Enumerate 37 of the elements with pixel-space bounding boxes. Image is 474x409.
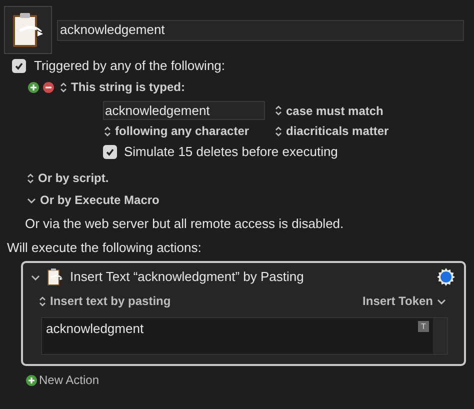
updown-icon [104,126,111,136]
add-icon [26,374,37,386]
insert-text-area[interactable]: acknowledgment [42,318,418,354]
chevron-down-icon[interactable] [31,274,40,280]
clipboard-arrow-icon [45,267,65,287]
chevron-down-icon[interactable] [437,298,446,304]
checkmark-icon [105,147,115,157]
web-server-note: Or via the web server but all remote access is disabled. [24,216,345,232]
chevron-down-icon[interactable] [27,196,36,204]
simulate-checkbox[interactable] [103,145,117,159]
case-popup[interactable]: case must match [275,102,474,118]
updown-icon [275,126,282,136]
diacritics-popup[interactable]: diacriticals matter [275,123,474,139]
add-icon[interactable] [28,82,39,92]
updown-icon [39,296,46,306]
remove-icon[interactable] [43,82,54,92]
action-title: Insert Text “acknowledgment” by Pasting [70,269,305,285]
checkmark-icon [14,61,24,71]
new-action-button[interactable]: New Action [26,372,100,388]
actions-heading: Will execute the following actions: [6,240,202,256]
updown-icon [27,172,34,184]
trigger-checkbox[interactable] [12,59,26,73]
trigger-disclosure[interactable]: Or by Execute Macro [27,192,474,208]
trigger-popup[interactable]: Or by script. [27,170,474,186]
insert-token-menu[interactable]: Insert Token [362,293,446,309]
macro-name-field[interactable]: acknowledgement [57,20,464,40]
macro-icon-well[interactable] [4,6,52,54]
triggers-label: Triggered by any of the following: [34,58,226,74]
trigger-type-popup[interactable]: This string is typed: [60,79,186,95]
updown-icon [60,82,67,92]
typed-string-field[interactable]: acknowledgement [103,101,265,120]
token-button[interactable]: T [418,321,429,332]
gear-icon[interactable] [436,267,456,287]
position-popup[interactable]: following any character [104,123,275,139]
updown-icon [275,105,282,116]
simulate-label: Simulate 15 deletes before executing [124,144,338,160]
insert-mode-popup[interactable]: Insert text by pasting [39,293,171,309]
